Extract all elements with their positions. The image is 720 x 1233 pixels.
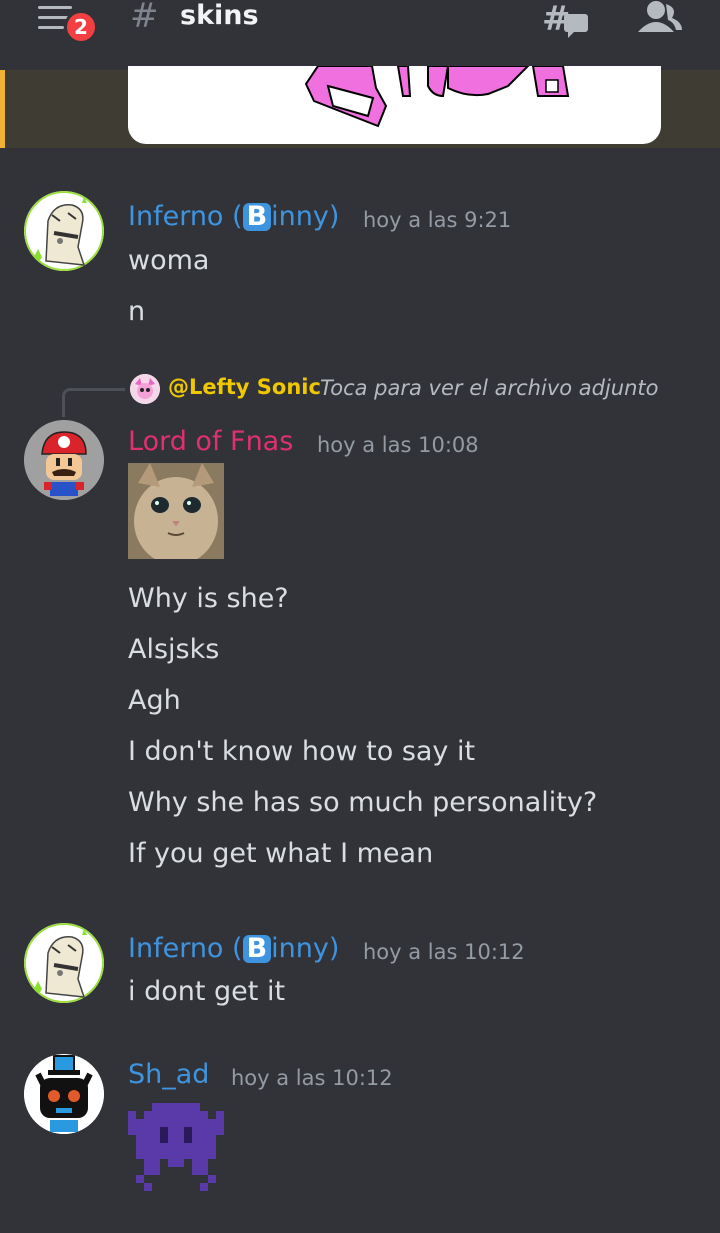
avatar[interactable] — [24, 191, 104, 271]
pixel-invader-sticker[interactable] — [128, 1102, 224, 1192]
message-text: Why is she? — [128, 583, 289, 614]
timestamp: hoy a las 10:12 — [231, 1066, 393, 1090]
attachment-image[interactable] — [128, 66, 661, 144]
message-text: Alsjsks — [128, 634, 220, 665]
timestamp: hoy a las 10:08 — [317, 433, 479, 457]
username[interactable]: Lord of Fnas — [128, 426, 293, 457]
username[interactable]: Inferno (Binny) — [128, 933, 339, 964]
avatar[interactable] — [24, 923, 104, 1003]
b-emoji: B — [242, 935, 272, 963]
timestamp: hoy a las 10:12 — [363, 940, 525, 964]
message-text: I don't know how to say it — [128, 736, 476, 767]
b-emoji: B — [242, 203, 272, 231]
members-icon[interactable] — [636, 0, 684, 34]
avatar[interactable] — [24, 1054, 104, 1134]
reply-preview[interactable]: Toca para ver el archivo adjunto — [320, 376, 659, 400]
reply-avatar[interactable] — [130, 374, 160, 404]
message-text: If you get what I mean — [128, 838, 434, 869]
message-text: woma — [128, 245, 210, 276]
message-text: Why she has so much personality? — [128, 787, 598, 818]
message-text: i dont get it — [128, 976, 286, 1007]
channel-header: 2 # skins # — [0, 0, 720, 70]
username[interactable]: Sh_ad — [128, 1059, 209, 1090]
reply-spine — [62, 388, 125, 417]
channel-title[interactable]: skins — [180, 0, 259, 31]
threads-icon[interactable]: # — [540, 0, 592, 40]
notification-badge: 2 — [64, 10, 98, 44]
avatar[interactable] — [24, 420, 104, 500]
message-text: Agh — [128, 685, 181, 716]
timestamp: hoy a las 9:21 — [363, 208, 512, 232]
message-text: n — [128, 296, 146, 327]
cat-image[interactable] — [128, 463, 224, 559]
reply-username[interactable]: @Lefty Sonic — [168, 375, 321, 399]
hash-icon: # — [130, 0, 159, 36]
username[interactable]: Inferno (Binny) — [128, 201, 339, 232]
